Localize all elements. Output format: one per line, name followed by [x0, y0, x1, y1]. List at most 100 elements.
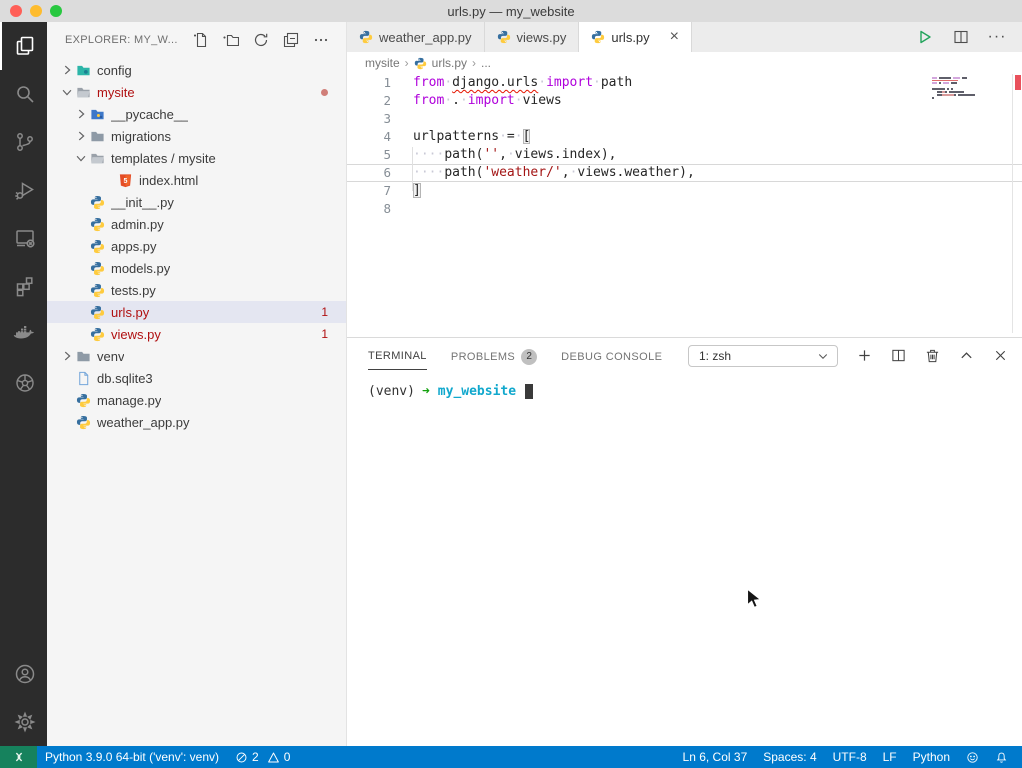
close-tab-icon[interactable]: ×: [670, 29, 679, 45]
maximize-panel-button[interactable]: [956, 346, 976, 366]
activity-item-kubernetes[interactable]: [0, 358, 47, 406]
activity-item-settings[interactable]: [0, 698, 47, 746]
python-icon: [89, 238, 106, 254]
activity-item-docker[interactable]: [0, 310, 47, 358]
modified-dot: [321, 89, 328, 96]
minimap-line: [932, 88, 1008, 90]
code-line-4[interactable]: 4urlpatterns·=·[: [347, 128, 1022, 146]
minimap[interactable]: [932, 77, 1008, 103]
tree-item-migrations[interactable]: migrations: [47, 125, 346, 147]
indentation-status[interactable]: Spaces: 4: [755, 750, 824, 764]
notifications-status[interactable]: [987, 751, 1016, 764]
tree-item-weather-app-py[interactable]: weather_app.py: [47, 411, 346, 433]
close-panel-button[interactable]: [990, 346, 1010, 366]
code-line-6[interactable]: 6····path('weather/',·views.weather),: [347, 164, 1022, 182]
new-file-button[interactable]: [192, 31, 210, 49]
breadcrumb-item[interactable]: urls.py: [432, 56, 467, 70]
tree-item-pycache[interactable]: __pycache__: [47, 103, 346, 125]
new-folder-button[interactable]: [222, 31, 240, 49]
problems-status[interactable]: 20: [227, 750, 298, 764]
encoding-status[interactable]: UTF-8: [825, 750, 875, 764]
tree-item-urls-py[interactable]: urls.py1: [47, 301, 346, 323]
line-number[interactable]: 5: [347, 146, 391, 164]
split-editor-button[interactable]: [952, 28, 970, 46]
code-line-3[interactable]: 3: [347, 110, 1022, 128]
line-number[interactable]: 2: [347, 92, 391, 110]
chevron-down-icon[interactable]: [59, 84, 75, 100]
tree-item-config[interactable]: config: [47, 59, 346, 81]
activity-item-account[interactable]: [0, 650, 47, 698]
line-number[interactable]: 6: [347, 164, 391, 182]
activity-item-search[interactable]: [0, 70, 47, 118]
tree-item-index-html[interactable]: 5index.html: [47, 169, 346, 191]
tree-item-apps-py[interactable]: apps.py: [47, 235, 346, 257]
breadcrumb-item[interactable]: ...: [481, 56, 491, 70]
language-mode-status[interactable]: Python: [905, 750, 958, 764]
code-line-1[interactable]: 1from·django.urls·import·path: [347, 74, 1022, 92]
chevron-right-icon[interactable]: [59, 348, 75, 364]
activity-item-explorer[interactable]: [0, 22, 47, 70]
tree-item-manage-py[interactable]: manage.py: [47, 389, 346, 411]
tree-item-mysite[interactable]: mysite: [47, 81, 346, 103]
token: ·: [507, 147, 515, 162]
code-line-7[interactable]: 7]: [347, 182, 1022, 200]
feedback-status[interactable]: [958, 751, 987, 764]
activity-item-source-control[interactable]: [0, 118, 47, 166]
code-editor[interactable]: 1from·django.urls·import·path2from·.·imp…: [347, 74, 1022, 337]
line-number[interactable]: 4: [347, 128, 391, 146]
chevron-down-icon[interactable]: [73, 150, 89, 166]
terminal-shell-select[interactable]: 1: zsh: [688, 345, 838, 367]
panel-tab-debug-console[interactable]: DEBUG CONSOLE: [561, 342, 662, 370]
chevron-right-icon[interactable]: [59, 62, 75, 78]
chevron-right-icon[interactable]: [73, 128, 89, 144]
tree-item-tests-py[interactable]: tests.py: [47, 279, 346, 301]
collapse-all-button[interactable]: [282, 31, 300, 49]
error-count: 2: [252, 750, 259, 764]
line-number[interactable]: 3: [347, 110, 391, 128]
chevron-right-icon[interactable]: [73, 106, 89, 122]
breadcrumb-item[interactable]: mysite: [365, 56, 400, 70]
new-terminal-button[interactable]: [854, 346, 874, 366]
panel-tab-problems[interactable]: PROBLEMS2: [451, 340, 537, 372]
line-number[interactable]: 8: [347, 200, 391, 218]
tab-weather-app-py[interactable]: weather_app.py: [347, 22, 485, 52]
zoom-window-button[interactable]: [50, 5, 62, 17]
tree-item-models-py[interactable]: models.py: [47, 257, 346, 279]
refresh-button[interactable]: [252, 31, 270, 49]
activity-item-extensions[interactable]: [0, 262, 47, 310]
activity-item-run-debug[interactable]: [0, 166, 47, 214]
python-interpreter-status[interactable]: Python 3.9.0 64-bit ('venv': venv): [37, 750, 227, 764]
tree-item-templates-mysite[interactable]: templates / mysite: [47, 147, 346, 169]
split-terminal-button[interactable]: [888, 346, 908, 366]
tab-views-py[interactable]: views.py: [485, 22, 580, 52]
close-window-button[interactable]: [10, 5, 22, 17]
code-line-8[interactable]: 8: [347, 200, 1022, 218]
minimize-window-button[interactable]: [30, 5, 42, 17]
warning-triangle-icon: [267, 751, 280, 764]
code-line-5[interactable]: 5····path('',·views.index),: [347, 146, 1022, 164]
tree-item-views-py[interactable]: views.py1: [47, 323, 346, 345]
tree-item-db-sqlite3[interactable]: db.sqlite3: [47, 367, 346, 389]
terminal[interactable]: (venv)➜my_website: [347, 373, 1022, 746]
more-button[interactable]: [312, 31, 330, 49]
kill-terminal-button[interactable]: [922, 346, 942, 366]
run-icon: [917, 29, 933, 45]
tree-item-venv[interactable]: venv: [47, 345, 346, 367]
problems-count-badge: 2: [521, 349, 537, 365]
new-folder-icon: [223, 32, 239, 48]
tab-urls-py[interactable]: urls.py×: [579, 22, 692, 52]
more-button[interactable]: ···: [988, 28, 1006, 46]
line-number[interactable]: 1: [347, 74, 391, 92]
token: from: [413, 93, 444, 108]
line-number[interactable]: 7: [347, 182, 391, 200]
tree-item-init-py[interactable]: __init__.py: [47, 191, 346, 213]
code-line-2[interactable]: 2from·.·import·views: [347, 92, 1022, 110]
remote-indicator[interactable]: [0, 746, 37, 768]
eol-status[interactable]: LF: [875, 750, 905, 764]
activity-item-remote-explorer[interactable]: [0, 214, 47, 262]
cursor-position-status[interactable]: Ln 6, Col 37: [675, 750, 756, 764]
run-button[interactable]: [916, 28, 934, 46]
panel-tab-terminal[interactable]: TERMINAL: [368, 341, 427, 370]
tree-item-label: weather_app.py: [97, 415, 190, 430]
tree-item-admin-py[interactable]: admin.py: [47, 213, 346, 235]
